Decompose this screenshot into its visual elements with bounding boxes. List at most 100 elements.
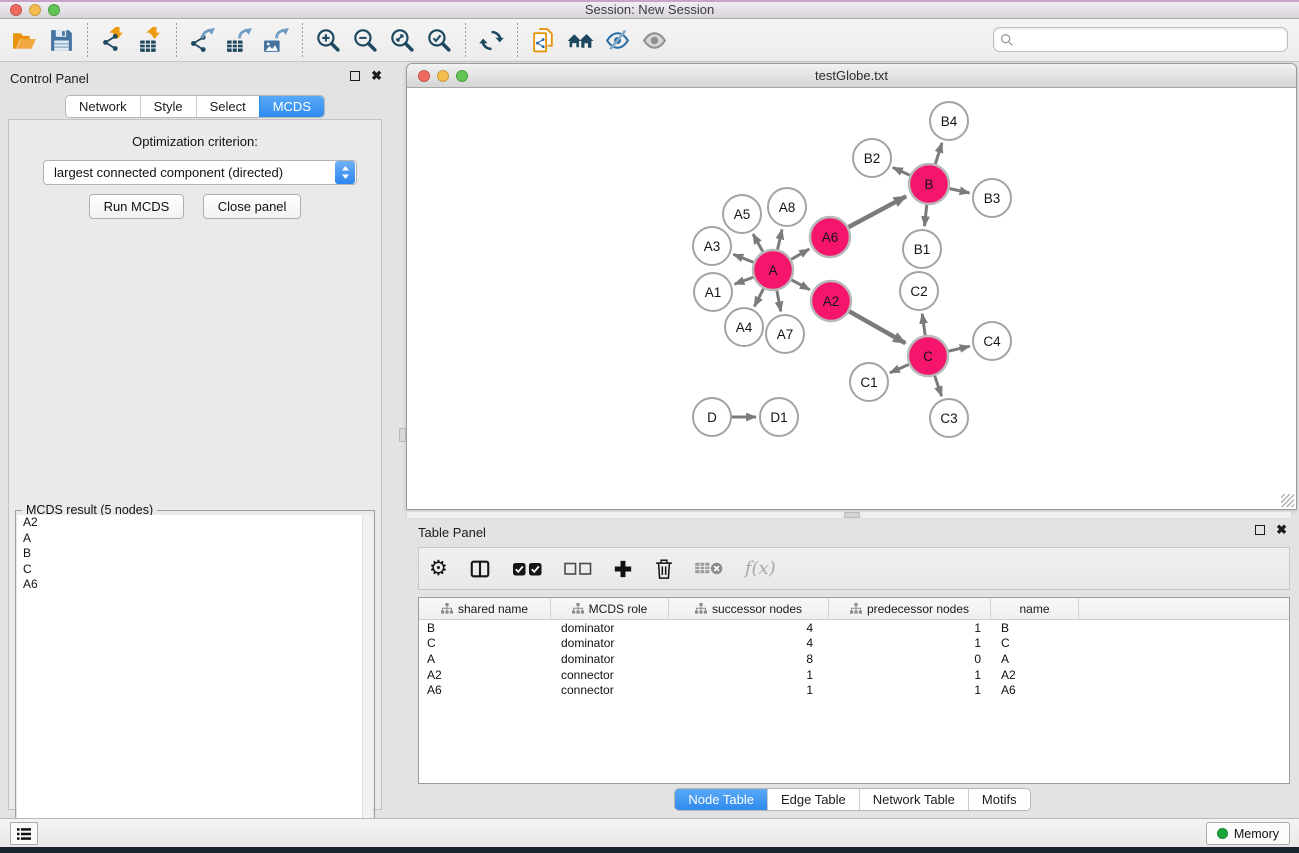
zoom-selected-icon[interactable] bbox=[421, 23, 458, 57]
graph-node-B3[interactable]: B3 bbox=[973, 179, 1011, 217]
zoom-out-icon[interactable] bbox=[347, 23, 384, 57]
optimization-criterion-label: Optimization criterion: bbox=[9, 134, 381, 149]
graph-node-A6[interactable]: A6 bbox=[810, 217, 850, 257]
table-tab-edge-table[interactable]: Edge Table bbox=[767, 789, 859, 810]
task-history-button[interactable] bbox=[10, 822, 38, 845]
mcds-tab-content: Optimization criterion: largest connecte… bbox=[8, 119, 382, 810]
tab-style[interactable]: Style bbox=[140, 96, 196, 117]
graph-node-A7[interactable]: A7 bbox=[766, 315, 804, 353]
run-mcds-button[interactable]: Run MCDS bbox=[89, 194, 185, 219]
session-title: Session: New Session bbox=[0, 2, 1299, 17]
table-row[interactable]: Cdominator41C bbox=[419, 636, 1289, 652]
svg-text:B3: B3 bbox=[984, 191, 1001, 206]
criterion-dropdown[interactable]: largest connected component (directed) bbox=[43, 160, 357, 185]
status-bar: Memory bbox=[0, 818, 1299, 847]
split-columns-icon[interactable] bbox=[469, 558, 491, 580]
gear-icon[interactable]: ⚙ bbox=[429, 558, 448, 579]
result-list-scrollbar[interactable] bbox=[362, 515, 373, 853]
graph-node-A1[interactable]: A1 bbox=[694, 273, 732, 311]
table-cell: connector bbox=[551, 683, 669, 697]
list-item[interactable]: B bbox=[17, 546, 373, 562]
export-network-icon[interactable] bbox=[184, 23, 221, 57]
graph-node-D1[interactable]: D1 bbox=[760, 398, 798, 436]
table-cell: 1 bbox=[829, 621, 991, 635]
column-header-successor-nodes[interactable]: successor nodes bbox=[669, 598, 829, 619]
houses-icon[interactable] bbox=[562, 23, 599, 57]
column-header-name[interactable]: name bbox=[991, 598, 1079, 619]
list-item[interactable]: C bbox=[17, 562, 373, 578]
graph-node-C1[interactable]: C1 bbox=[850, 363, 888, 401]
close-table-panel-icon[interactable]: ✖ bbox=[1276, 525, 1287, 535]
table-tab-motifs[interactable]: Motifs bbox=[968, 789, 1030, 810]
graph-node-A[interactable]: A bbox=[753, 250, 793, 290]
column-header-shared-name[interactable]: shared name bbox=[419, 598, 551, 619]
network-canvas[interactable]: B4 B2 B B3 B1 A5 A8 A6 A3 A A1 A2 C2 A4A7 C4 C C1 C3 D D1 bbox=[407, 88, 1296, 509]
svg-text:A5: A5 bbox=[734, 207, 751, 222]
graph-node-B[interactable]: B bbox=[909, 164, 949, 204]
graph-node-B1[interactable]: B1 bbox=[903, 230, 941, 268]
table-tab-network-table[interactable]: Network Table bbox=[859, 789, 968, 810]
svg-text:C2: C2 bbox=[910, 284, 927, 299]
save-icon[interactable] bbox=[43, 23, 80, 57]
select-all-icon[interactable] bbox=[512, 561, 543, 577]
column-header-predecessor-nodes[interactable]: predecessor nodes bbox=[829, 598, 991, 619]
resize-grip[interactable] bbox=[1281, 494, 1294, 507]
table-row[interactable]: Bdominator41B bbox=[419, 620, 1289, 636]
float-panel-icon[interactable] bbox=[350, 71, 360, 81]
column-header-MCDS-role[interactable]: MCDS role bbox=[551, 598, 669, 619]
svg-text:A3: A3 bbox=[704, 239, 721, 254]
network-window-titlebar[interactable]: testGlobe.txt bbox=[407, 64, 1296, 88]
float-table-panel-icon[interactable] bbox=[1255, 525, 1265, 535]
export-image-icon[interactable] bbox=[258, 23, 295, 57]
export-table-icon[interactable] bbox=[221, 23, 258, 57]
zoom-in-icon[interactable] bbox=[310, 23, 347, 57]
attribute-icon bbox=[850, 603, 862, 615]
list-item[interactable]: A6 bbox=[17, 577, 373, 593]
network-vertical-scrollbar-thumb[interactable] bbox=[399, 428, 406, 442]
tab-select[interactable]: Select bbox=[196, 96, 259, 117]
deselect-all-icon[interactable] bbox=[564, 562, 592, 576]
graph-node-A3[interactable]: A3 bbox=[693, 227, 731, 265]
graph-node-B4[interactable]: B4 bbox=[930, 102, 968, 140]
refresh-icon[interactable] bbox=[473, 23, 510, 57]
graph-node-D[interactable]: D bbox=[693, 398, 731, 436]
hide-eye-icon[interactable] bbox=[599, 23, 636, 57]
add-column-icon[interactable] bbox=[613, 559, 633, 579]
search-box[interactable] bbox=[993, 27, 1288, 52]
open-folder-icon[interactable] bbox=[6, 23, 43, 57]
close-panel-icon[interactable]: ✖ bbox=[371, 71, 382, 81]
table-tab-node-table[interactable]: Node Table bbox=[675, 789, 767, 810]
graph-node-C2[interactable]: C2 bbox=[900, 272, 938, 310]
table-cell: A2 bbox=[991, 668, 1079, 682]
list-item[interactable]: A bbox=[17, 531, 373, 547]
tab-mcds[interactable]: MCDS bbox=[259, 96, 324, 117]
memory-button[interactable]: Memory bbox=[1206, 822, 1290, 845]
node-table[interactable]: shared nameMCDS rolesuccessor nodesprede… bbox=[418, 597, 1290, 784]
network-horizontal-scrollbar-thumb[interactable] bbox=[844, 512, 860, 518]
graph-node-C[interactable]: C bbox=[908, 336, 948, 376]
zoom-fit-icon[interactable] bbox=[384, 23, 421, 57]
graph-node-A2[interactable]: A2 bbox=[811, 281, 851, 321]
clone-network-icon[interactable] bbox=[525, 23, 562, 57]
graph-node-A5[interactable]: A5 bbox=[723, 195, 761, 233]
graph-node-C4[interactable]: C4 bbox=[973, 322, 1011, 360]
table-row[interactable]: A2connector11A2 bbox=[419, 667, 1289, 683]
table-row[interactable]: Adominator80A bbox=[419, 651, 1289, 667]
delete-icon[interactable] bbox=[654, 558, 674, 580]
network-horizontal-scrollbar[interactable] bbox=[406, 511, 1292, 519]
import-table-icon[interactable] bbox=[132, 23, 169, 57]
svg-text:B2: B2 bbox=[864, 151, 881, 166]
import-network-icon[interactable] bbox=[95, 23, 132, 57]
graph-node-C3[interactable]: C3 bbox=[930, 399, 968, 437]
list-item[interactable]: A2 bbox=[17, 515, 373, 531]
close-panel-button[interactable]: Close panel bbox=[203, 194, 302, 219]
table-cell: 4 bbox=[669, 636, 829, 650]
search-input[interactable] bbox=[1018, 32, 1281, 47]
graph-node-A8[interactable]: A8 bbox=[768, 188, 806, 226]
graph-node-A4[interactable]: A4 bbox=[725, 308, 763, 346]
mcds-result-list[interactable]: A2ABCA6 bbox=[17, 515, 373, 853]
graph-node-B2[interactable]: B2 bbox=[853, 139, 891, 177]
svg-text:A6: A6 bbox=[822, 230, 839, 245]
table-row[interactable]: A6connector11A6 bbox=[419, 682, 1289, 698]
tab-network[interactable]: Network bbox=[66, 96, 140, 117]
